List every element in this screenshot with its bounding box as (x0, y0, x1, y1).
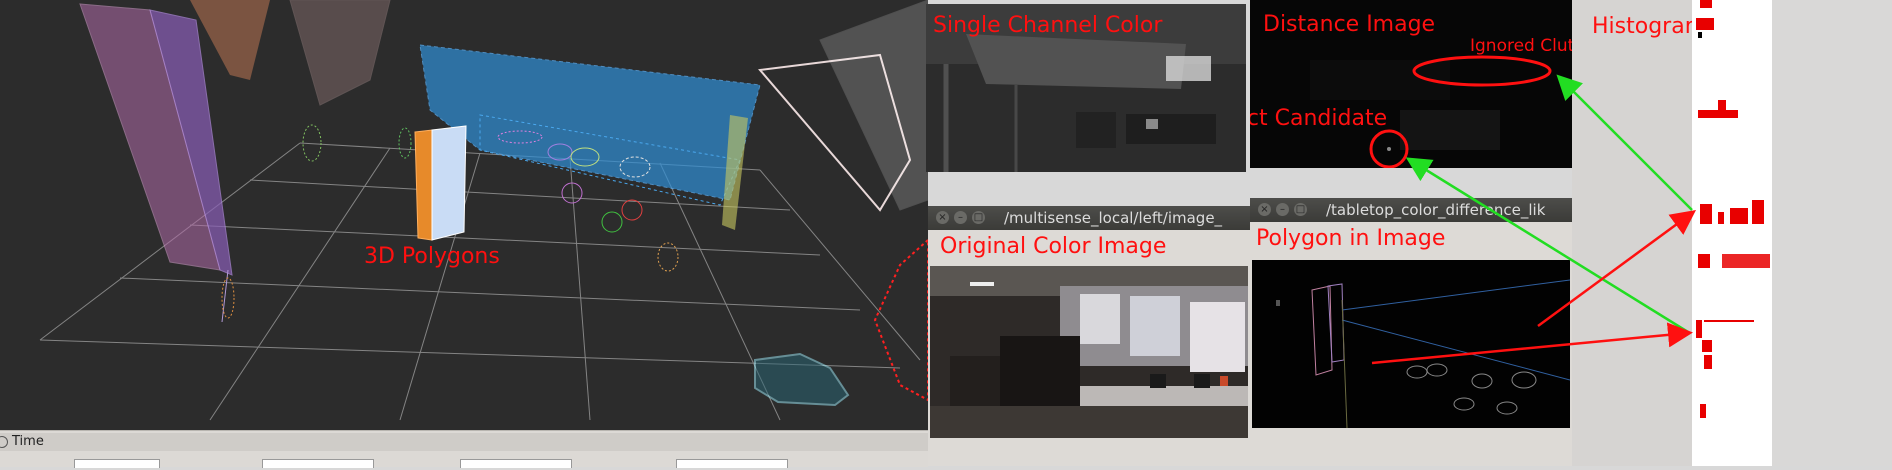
polygon-small-orange (657, 242, 679, 272)
time-field-1[interactable] (74, 459, 160, 468)
maximize-icon[interactable]: □ (972, 211, 985, 224)
maximize-icon[interactable]: □ (1294, 203, 1307, 216)
polygon-overlay-image (1252, 260, 1570, 428)
histogram-bars (1696, 0, 1770, 418)
polygon-red-edge (873, 237, 929, 402)
polygon-window-titlebar[interactable]: × – □ /tabletop_color_difference_lik (1250, 198, 1572, 222)
polygon-window-title: /tabletop_color_difference_lik (1326, 201, 1546, 219)
polygon-top-grey (289, 0, 391, 106)
time-panel-header: Time (0, 433, 928, 451)
polygon-white-box (431, 125, 467, 241)
polygon-image-label: Polygon in Image (1256, 226, 1446, 251)
polygons-annotation: 3D Polygons (364, 244, 500, 269)
time-radio-icon[interactable] (0, 436, 8, 448)
rviz-scene (39, 0, 929, 421)
polygon-image-window[interactable]: × – □ /tabletop_color_difference_lik Pol… (1250, 198, 1572, 466)
object-candidate-label: Object Candidate (1250, 106, 1388, 131)
rviz-3d-view[interactable]: 3D Polygons (0, 0, 929, 430)
histogram-strip (1692, 0, 1772, 466)
time-field-3[interactable] (460, 459, 572, 468)
original-color-image (930, 266, 1248, 438)
polygon-overlay-scene (1252, 260, 1570, 428)
minimize-icon[interactable]: – (954, 211, 967, 224)
minimize-icon[interactable]: – (1276, 203, 1289, 216)
ignored-region-label: Ignored Cluttered Region (1470, 36, 1572, 56)
polygon-orange-box (414, 129, 433, 241)
single-channel-image: Single Channel Color (926, 4, 1246, 172)
polygon-small-red (621, 199, 643, 221)
single-channel-label: Single Channel Color (933, 13, 1163, 38)
polygon-cyan-blob (754, 352, 850, 407)
polygon-blue-cloud (419, 44, 761, 201)
original-window-titlebar[interactable]: × – □ /multisense_local/left/image_ (928, 206, 1250, 230)
close-icon[interactable]: × (936, 211, 949, 224)
time-label: Time (12, 434, 44, 449)
close-icon[interactable]: × (1258, 203, 1271, 216)
original-color-scene (930, 266, 1248, 438)
rviz-time-panel: Time (0, 430, 928, 468)
right-empty-area (1772, 0, 1892, 466)
time-field-2[interactable] (262, 459, 374, 468)
polygon-white-dots (819, 0, 929, 211)
polygon-small-green-3 (601, 211, 623, 233)
original-image-window[interactable]: × – □ /multisense_local/left/image_ Orig… (928, 206, 1250, 466)
original-window-title: /multisense_local/left/image_ (1004, 209, 1223, 227)
time-field-4[interactable] (676, 459, 788, 468)
original-image-label: Original Color Image (940, 234, 1167, 259)
distance-image-label: Distance Image (1263, 12, 1436, 37)
polygon-small-green-2 (398, 127, 412, 159)
distance-image: Distance Image Ignored Cluttered Region … (1250, 0, 1572, 168)
histogram-margin (1572, 0, 1692, 466)
polygon-small-orange-2 (221, 277, 235, 319)
